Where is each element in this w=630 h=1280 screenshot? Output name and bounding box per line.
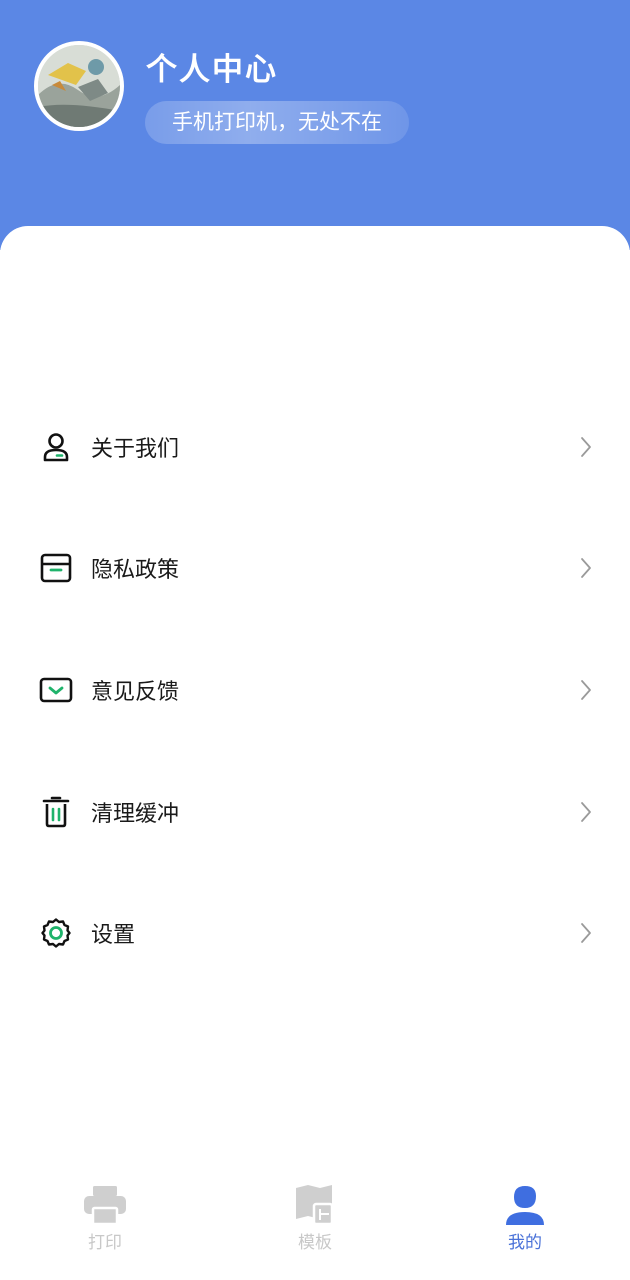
bottom-tab-bar: 打印 模板 我的 — [0, 1110, 630, 1280]
printer-icon — [84, 1186, 126, 1226]
tab-print[interactable]: 打印 — [0, 1110, 210, 1280]
tab-template[interactable]: 模板 — [210, 1110, 420, 1280]
chevron-right-icon — [581, 923, 591, 944]
chevron-right-icon — [581, 801, 591, 822]
tab-label: 打印 — [88, 1233, 122, 1253]
profile-page: 个人中心 手机打印机，无处不在 关于我们 隐私政策 意见反馈 清理缓冲 设置 打… — [0, 0, 630, 1280]
tab-mine[interactable]: 我的 — [420, 1110, 630, 1280]
chevron-right-icon — [581, 558, 591, 579]
menu-item-label: 意见反馈 — [91, 679, 180, 705]
menu-item-feedback[interactable]: 意见反馈 — [0, 629, 630, 751]
chevron-right-icon — [581, 436, 591, 457]
menu-list: 关于我们 隐私政策 意见反馈 清理缓冲 设置 — [0, 386, 630, 994]
mail-icon — [38, 672, 74, 708]
tab-label: 我的 — [508, 1233, 542, 1253]
menu-item-settings[interactable]: 设置 — [0, 872, 630, 994]
menu-item-label: 关于我们 — [91, 436, 180, 462]
settings-gear-icon — [38, 915, 74, 951]
profile-header: 个人中心 手机打印机，无处不在 — [0, 0, 630, 250]
menu-item-privacy[interactable]: 隐私政策 — [0, 508, 630, 630]
chevron-right-icon — [581, 680, 591, 700]
user-icon — [38, 429, 74, 465]
menu-item-clear-cache[interactable]: 清理缓冲 — [0, 751, 630, 873]
slogan-badge: 手机打印机，无处不在 — [145, 101, 409, 144]
template-icon — [296, 1185, 334, 1226]
tab-label: 模板 — [298, 1233, 332, 1253]
page-title: 个人中心 — [146, 52, 278, 88]
avatar[interactable] — [34, 41, 124, 131]
menu-item-about[interactable]: 关于我们 — [0, 386, 630, 508]
menu-item-label: 设置 — [91, 923, 136, 949]
trash-icon — [38, 794, 74, 830]
profile-icon — [506, 1186, 544, 1225]
box-icon — [38, 550, 74, 586]
menu-item-label: 隐私政策 — [91, 558, 180, 584]
menu-item-label: 清理缓冲 — [91, 801, 180, 827]
